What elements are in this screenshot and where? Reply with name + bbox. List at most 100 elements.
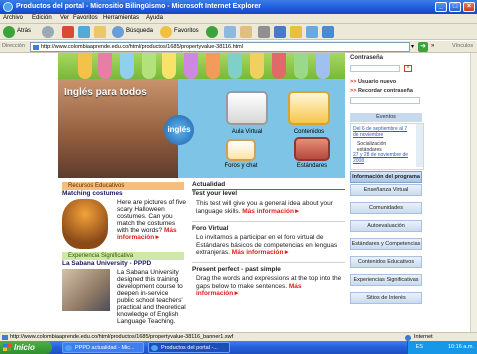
program-info-button[interactable]: Información del programa	[350, 171, 422, 183]
menu-bar: Archivo Edición Ver Favoritos Herramient…	[0, 14, 477, 24]
search-field[interactable]	[350, 97, 420, 104]
folder-icon[interactable]	[290, 26, 302, 38]
favorites-label[interactable]: Favoritos	[174, 28, 199, 34]
estandares-icon[interactable]	[294, 137, 330, 161]
pencil-decoration	[142, 53, 156, 79]
login-icon[interactable]: ×	[404, 65, 412, 72]
nav-ensenanza-virtual[interactable]: Enseñanza Virtual	[350, 184, 422, 196]
windows-logo-icon	[3, 344, 11, 351]
nav-contenidos-educativos[interactable]: Contenidos Educativos	[350, 256, 422, 268]
event-date[interactable]: Del 6 de septiembre al 7 de noviembre	[353, 126, 411, 138]
resources-text: Here are pictures of five scary Hallowee…	[117, 199, 187, 241]
pencil-decoration	[120, 53, 134, 79]
language-indicator[interactable]: ES	[416, 344, 423, 350]
events-box: Del 6 de septiembre al 7 de noviembre So…	[350, 123, 424, 170]
pencil-decoration	[294, 53, 308, 79]
contenidos-icon[interactable]	[288, 91, 330, 125]
event-date[interactable]: 27 y 28 de noviembre de 2008	[353, 152, 411, 164]
maximize-button[interactable]: □	[449, 2, 461, 12]
status-bar: http://www.colombiaaprende.edu.co/html/p…	[0, 332, 477, 341]
search-icon[interactable]	[112, 26, 124, 38]
nav-sitios-interes[interactable]: Sitios de Interés	[350, 292, 422, 304]
address-dropdown-icon[interactable]: ▾	[411, 43, 414, 50]
edit-icon[interactable]	[274, 26, 286, 38]
foros-chat-label[interactable]: Foros y chat	[211, 163, 271, 169]
globe-label: inglés	[167, 125, 191, 134]
nav-comunidades[interactable]: Comunidades	[350, 202, 422, 214]
remember-password-link[interactable]: >> Recordar contraseña	[350, 88, 413, 94]
experience-title[interactable]: La Sabana University - PPPD	[62, 260, 151, 267]
test-level-more-link[interactable]: Más información►	[242, 208, 300, 215]
menu-archivo[interactable]: Archivo	[3, 15, 23, 21]
start-button[interactable]: Inicio	[0, 341, 52, 354]
present-perfect-title[interactable]: Present perfect - past simple	[192, 266, 281, 273]
forward-icon[interactable]	[42, 26, 54, 38]
media-icon[interactable]	[206, 26, 218, 38]
pencil-decoration	[272, 53, 286, 79]
aula-virtual-label[interactable]: Aula Virtual	[217, 129, 277, 135]
divider	[192, 262, 345, 263]
banner-title: Inglés para todos	[64, 87, 147, 98]
start-label: Inicio	[14, 343, 35, 352]
menu-edicion[interactable]: Edición	[32, 15, 52, 21]
contenidos-label[interactable]: Contenidos	[279, 129, 339, 135]
foros-chat-icon[interactable]	[226, 139, 256, 161]
events-scrollbar[interactable]	[416, 124, 423, 167]
links-label[interactable]: Vínculos	[452, 43, 473, 49]
mail-icon[interactable]	[240, 26, 252, 38]
refresh-icon[interactable]	[78, 26, 90, 38]
close-button[interactable]: ×	[463, 2, 475, 12]
internet-explorer-icon	[151, 345, 158, 351]
experience-header: Experiencia Significativa	[62, 252, 184, 260]
page-icon	[33, 45, 39, 50]
nav-estandares-competencias[interactable]: Estándares y Competencias	[350, 238, 422, 250]
taskbar: Inicio PPPD actualidad - Mic... Producto…	[0, 341, 477, 354]
menu-favoritos[interactable]: Favoritos	[73, 15, 98, 21]
taskbar-item-label: Productos del portal -...	[161, 345, 218, 351]
favorites-icon[interactable]	[160, 26, 172, 38]
divider	[192, 221, 345, 222]
foro-virtual-title[interactable]: Foro Virtual	[192, 225, 228, 232]
aula-virtual-icon[interactable]	[226, 91, 268, 125]
stop-icon[interactable]	[62, 26, 74, 38]
menu-ver[interactable]: Ver	[60, 15, 69, 21]
menu-ayuda[interactable]: Ayuda	[146, 15, 163, 21]
address-label: Dirección	[2, 43, 25, 49]
home-icon[interactable]	[94, 26, 106, 38]
taskbar-item[interactable]: PPPD actualidad - Mic...	[62, 342, 144, 353]
more-label: Más información	[231, 249, 284, 256]
system-tray: ES 10:16 a.m.	[407, 341, 477, 354]
pencil-decoration	[98, 53, 112, 79]
go-icon[interactable]: ➜	[418, 42, 428, 52]
test-level-title[interactable]: Test your level	[192, 190, 237, 197]
present-perfect-text: Drag the words and expressions at the to…	[196, 275, 344, 298]
resources-title[interactable]: Matching costumes	[62, 190, 123, 197]
address-input[interactable]: http://www.colombiaaprende.edu.co/html/p…	[30, 42, 410, 52]
new-user-link[interactable]: >> Usuario nuevo	[350, 79, 396, 85]
new-user-label: Usuario nuevo	[357, 79, 397, 85]
test-level-text: This test will give you a general idea a…	[196, 200, 344, 215]
pencil-decoration	[206, 53, 220, 79]
minimize-button[interactable]: _	[435, 2, 447, 12]
nav-autoevaluacion[interactable]: Autoevaluación	[350, 220, 422, 232]
page-scrollbar[interactable]	[470, 53, 477, 332]
messenger-icon[interactable]	[306, 26, 318, 38]
go-chevron-icon[interactable]: »	[431, 43, 434, 49]
history-icon[interactable]	[224, 26, 236, 38]
print-icon[interactable]	[258, 26, 270, 38]
menu-herramientas[interactable]: Herramientas	[103, 15, 139, 21]
taskbar-item[interactable]: Productos del portal -...	[148, 342, 230, 353]
back-label[interactable]: Atrás	[17, 28, 31, 34]
estandares-label[interactable]: Estándares	[282, 163, 342, 169]
pencil-decoration	[162, 53, 176, 79]
actualidad-title: Actualidad	[192, 181, 226, 188]
foro-virtual-more-link[interactable]: Más información►	[232, 249, 290, 256]
pencil-decoration	[184, 53, 198, 79]
remember-password-label: Recordar contraseña	[357, 88, 413, 94]
experience-text: La Sabana University designed this train…	[117, 269, 186, 325]
nav-experiencias-significativas[interactable]: Experiencias Significativas	[350, 274, 422, 286]
search-label[interactable]: Búsqueda	[126, 28, 153, 34]
password-field[interactable]	[350, 65, 400, 72]
back-icon[interactable]	[3, 26, 15, 38]
research-icon[interactable]	[322, 26, 334, 38]
